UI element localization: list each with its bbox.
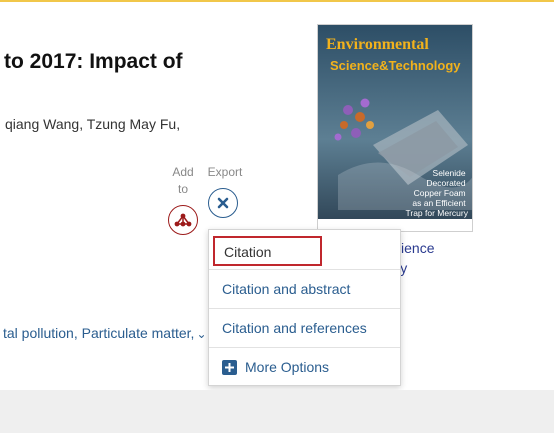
export-label: Export [207, 165, 243, 179]
cover-title-2: Science&Technology [330, 58, 461, 73]
footer-band [0, 390, 554, 433]
chevron-down-icon[interactable]: ⌄ [196, 327, 206, 341]
top-accent-line [0, 0, 554, 2]
export-close-button[interactable] [208, 188, 238, 218]
more-options-label: More Options [245, 359, 330, 375]
cover-caption-3: Copper Foam [414, 188, 466, 198]
cover-caption-1: Selenide [433, 168, 466, 178]
export-citation-abstract-option[interactable]: Citation and abstract [209, 270, 400, 308]
journal-cover-art: Environmental Science&Technology Selenid… [318, 25, 472, 231]
add-to-label: Add to [172, 165, 194, 196]
close-icon [217, 197, 229, 209]
export-dropdown-menu: Citation Citation and abstract Citation … [208, 229, 401, 386]
cover-caption-4: as an Efficient [412, 198, 466, 208]
network-nodes-icon [174, 213, 192, 227]
add-to-button[interactable] [168, 205, 198, 235]
cover-title-1: Environmental [326, 36, 429, 53]
cover-caption-2: Decorated [426, 178, 465, 188]
export-citation-option[interactable]: Citation [213, 236, 322, 266]
journal-cover[interactable]: Environmental Science&Technology Selenid… [317, 24, 473, 232]
cover-caption-5: Trap for Mercury [405, 208, 468, 218]
more-options-button[interactable]: More Options [209, 348, 400, 386]
keywords-list[interactable]: tal pollution, Particulate matter, ⌄ [3, 325, 207, 341]
plus-square-icon [222, 359, 237, 375]
export-citation-references-option[interactable]: Citation and references [209, 309, 400, 347]
author-list[interactable]: qiang Wang, Tzung May Fu, [5, 116, 180, 132]
article-title: to 2017: Impact of [4, 50, 183, 73]
keywords-text: tal pollution, Particulate matter, [3, 325, 195, 341]
